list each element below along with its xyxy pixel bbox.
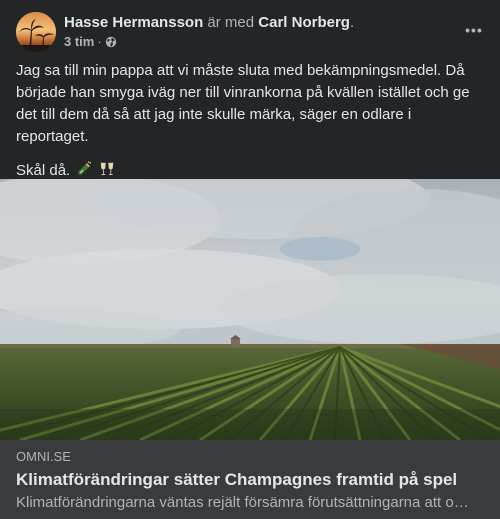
link-domain: OMNI.SE xyxy=(16,449,71,464)
post-timestamp[interactable]: 3 tim xyxy=(64,34,94,50)
post-header: Hasse Hermansson är med Carl Norberg. 3 … xyxy=(16,12,484,54)
post-text: Jag sa till min pappa att vi måste sluta… xyxy=(16,60,484,196)
author-line: Hasse Hermansson är med Carl Norberg. xyxy=(64,13,354,33)
link-title[interactable]: Klimatförändringar sätter Champagnes fra… xyxy=(16,469,484,490)
link-description: Klimatförändringarna väntas rejält försä… xyxy=(16,494,469,511)
more-icon: ••• xyxy=(465,22,483,38)
post-meta: 3 tim · xyxy=(64,34,117,50)
feed-post: Hasse Hermansson är med Carl Norberg. 3 … xyxy=(0,0,500,519)
tagged-person[interactable]: Carl Norberg xyxy=(258,14,350,31)
more-options-button[interactable]: ••• xyxy=(456,16,492,44)
author-avatar[interactable] xyxy=(16,12,56,52)
post-cheers-text: Skål då. xyxy=(16,162,71,179)
author-name[interactable]: Hasse Hermansson xyxy=(64,14,203,31)
link-preview-info[interactable]: OMNI.SE Klimatförändringar sätter Champa… xyxy=(0,440,500,519)
with-text: är med xyxy=(203,14,259,31)
post-body-paragraph: Jag sa till min pappa att vi måste sluta… xyxy=(16,62,470,145)
globe-icon[interactable] xyxy=(105,36,117,48)
tagged-suffix: . xyxy=(349,14,355,31)
link-preview-image[interactable] xyxy=(0,179,500,440)
avatar-image xyxy=(16,12,56,52)
meta-separator: · xyxy=(97,34,102,49)
